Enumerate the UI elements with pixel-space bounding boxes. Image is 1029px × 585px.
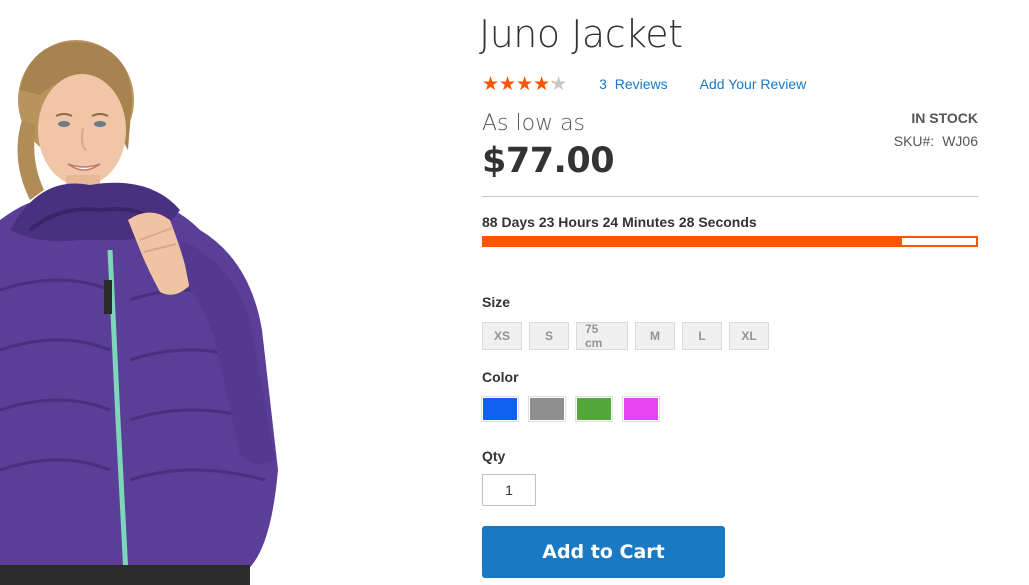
size-option-xs[interactable]: XS [482,322,522,350]
qty-label: Qty [482,448,506,464]
divider [482,196,978,197]
sku-label: SKU#: [893,133,935,149]
color-swatch-green[interactable] [575,396,613,422]
sku-value: WJ06 [942,133,978,149]
reviews-label: Reviews [614,76,668,92]
size-options: XS S 75 cm M L XL [482,322,769,350]
color-swatch-pink[interactable] [622,396,660,422]
add-to-cart-button[interactable]: Add to Cart [482,526,725,578]
color-label: Color [482,369,519,385]
add-review-link[interactable]: Add Your Review [700,76,807,92]
color-swatch-gray[interactable] [528,396,566,422]
reviews-count: 3 [599,76,607,92]
size-option-75cm[interactable]: 75 cm [576,322,628,350]
countdown-progress-fill [484,238,903,245]
product-photo-icon [0,40,278,585]
size-option-xl[interactable]: XL [729,322,769,350]
qty-input[interactable] [482,474,536,506]
product-title: Juno Jacket [479,12,683,56]
star-rating: ★★★★★ ★★★★★ [482,75,567,94]
product-price: $77.00 [482,141,615,181]
rating-summary: ★★★★★ ★★★★★ 3 Reviews Add Your Review [482,74,806,94]
size-option-m[interactable]: M [635,322,675,350]
reviews-link[interactable]: 3 Reviews [599,76,667,92]
countdown-timer: 88 Days 23 Hours 24 Minutes 28 Seconds [482,214,757,230]
size-option-s[interactable]: S [529,322,569,350]
size-option-l[interactable]: L [682,322,722,350]
size-label: Size [482,294,511,310]
countdown-progress-bar [482,236,978,247]
color-swatch-blue[interactable] [481,396,519,422]
star-rating-filled-icon: ★★★★★ [482,74,553,94]
product-sku: SKU#: WJ06 [894,133,978,149]
stock-status: In stock [911,110,978,126]
color-options [481,396,660,422]
product-image[interactable] [0,0,300,585]
price-prefix: As low as [482,111,586,136]
